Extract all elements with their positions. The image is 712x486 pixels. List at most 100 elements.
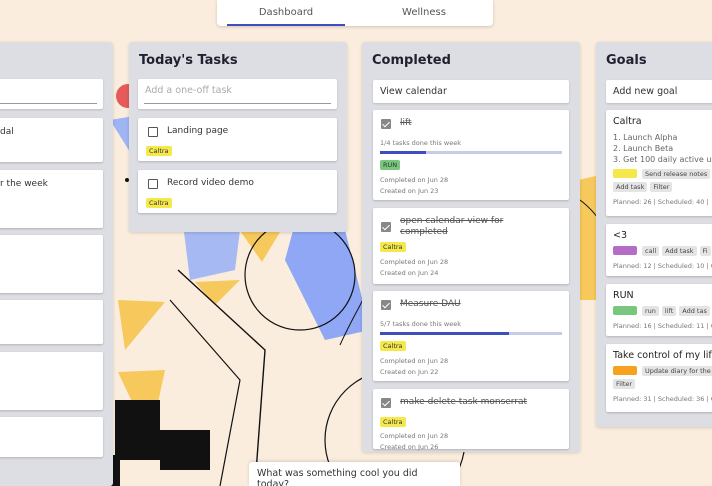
goal-actions-row2: Filter [613, 379, 712, 389]
task-label: lift [400, 118, 412, 128]
column-title: Today's Tasks [139, 53, 238, 68]
task-label: make delete task monserrat [400, 397, 528, 407]
progress-bar [380, 332, 562, 335]
completed-task-card[interactable]: open calendar view for completed Caltra … [373, 208, 569, 284]
completed-task-card[interactable]: lift 1/4 tasks done this week RUN Comple… [373, 110, 569, 200]
input-underline [144, 103, 331, 104]
goal-title: Caltra [613, 116, 642, 127]
task-label: dal [0, 127, 14, 137]
completed-task-card[interactable]: make delete task monserrat Caltra Comple… [373, 389, 569, 451]
project-tag[interactable]: Caltra [380, 417, 406, 427]
completed-task-card[interactable]: Measure DAU 5/7 tasks done this week Cal… [373, 291, 569, 381]
list-item[interactable] [0, 235, 103, 293]
list-item[interactable] [0, 417, 103, 457]
add-one-off-task-input[interactable]: Add a one-off task [138, 79, 337, 109]
goal-line: 3. Get 100 daily active use [613, 155, 712, 164]
goal-line: 1. Launch Alpha [613, 133, 678, 142]
chip-lift[interactable]: lift [661, 306, 677, 316]
goal-line: 2. Launch Beta [613, 144, 674, 153]
created-date: Created on Jun 24 [380, 269, 439, 277]
column-goals: Goals Add new goal Caltra 1. Launch Alph… [596, 42, 712, 427]
progress-fill [380, 151, 426, 154]
goal-stats: Planned: 12 | Scheduled: 10 | C [613, 262, 712, 270]
list-item[interactable]: dal [0, 118, 103, 162]
column-left-partial: dal r the week [0, 42, 113, 486]
goal-title: <3 [613, 230, 628, 241]
reflection-prompt-text: What was something cool you did today? [257, 468, 418, 486]
input-placeholder: Add a one-off task [145, 85, 232, 96]
goal-color-swatch[interactable] [613, 366, 637, 375]
completed-date: Completed on Jun 28 [380, 432, 449, 440]
progress-text: 5/7 tasks done this week [380, 320, 461, 328]
goal-stats: Planned: 31 | Scheduled: 36 | C [613, 395, 712, 403]
chip-send-release-notes[interactable]: Send release notes [642, 169, 711, 179]
goal-card[interactable]: Caltra 1. Launch Alpha 2. Launch Beta 3.… [606, 110, 712, 216]
project-tag[interactable]: Caltra [380, 242, 406, 252]
task-label: Record video demo [167, 178, 254, 188]
project-tag[interactable]: RUN [380, 160, 401, 170]
task-checkbox[interactable] [148, 179, 158, 189]
add-new-goal-button[interactable]: Add new goal [606, 80, 712, 103]
task-checkbox-checked[interactable] [381, 398, 391, 408]
task-label: open calendar view for completed [400, 216, 504, 237]
goal-actions: Send release notes [613, 169, 712, 179]
view-calendar-button[interactable]: View calendar [373, 80, 569, 103]
project-tag[interactable]: Caltra [380, 341, 406, 351]
filter-chip[interactable]: Fi [699, 246, 711, 256]
add-task-input-partial[interactable] [0, 79, 103, 109]
tab-wellness[interactable]: Wellness [355, 0, 493, 26]
project-tag[interactable]: Caltra [146, 146, 172, 156]
task-checkbox-checked[interactable] [381, 119, 391, 129]
add-goal-label: Add new goal [613, 86, 678, 97]
goal-actions: call Add task Fi [613, 246, 712, 256]
column-completed: Completed View calendar lift 1/4 tasks d… [362, 42, 580, 452]
task-checkbox-checked[interactable] [381, 222, 391, 232]
column-todays-tasks: Today's Tasks Add a one-off task Landing… [129, 42, 347, 232]
filter-chip[interactable]: Filter [613, 379, 636, 389]
add-task-chip[interactable]: Add task [662, 246, 697, 256]
tab-dashboard[interactable]: Dashboard [217, 0, 355, 26]
goal-title: RUN [613, 290, 634, 301]
task-label: Measure DAU [400, 299, 461, 309]
filter-chip[interactable]: Filter [650, 182, 673, 192]
column-title: Goals [606, 53, 647, 68]
task-card[interactable]: Record video demo Caltra [138, 170, 337, 213]
task-checkbox-checked[interactable] [381, 300, 391, 310]
top-nav: Dashboard Wellness [217, 0, 493, 26]
goal-color-swatch[interactable] [613, 169, 637, 178]
goal-card[interactable]: Take control of my life Update diary for… [606, 344, 712, 412]
progress-bar [380, 151, 562, 154]
progress-fill [380, 332, 510, 335]
goal-actions: run lift Add tas [613, 306, 712, 316]
completed-date: Completed on Jun 28 [380, 357, 449, 365]
goal-actions-row2: Add task Filter [613, 182, 712, 192]
chip-update-diary[interactable]: Update diary for the [642, 366, 712, 376]
goal-stats: Planned: 16 | Scheduled: 11 | C [613, 322, 712, 330]
goal-color-swatch[interactable] [613, 246, 637, 255]
goal-color-swatch[interactable] [613, 306, 637, 315]
chip-run[interactable]: run [642, 306, 659, 316]
completed-date: Completed on Jun 28 [380, 176, 449, 184]
goal-stats: Planned: 26 | Scheduled: 40 | [613, 198, 709, 206]
goal-title: Take control of my life [613, 350, 712, 361]
completed-date: Completed on Jun 28 [380, 258, 449, 266]
task-card[interactable]: Landing page Caltra [138, 118, 337, 161]
list-item[interactable]: r the week [0, 170, 103, 228]
chip-call[interactable]: call [642, 246, 660, 256]
goal-card[interactable]: <3 call Add task Fi Planned: 12 | Schedule… [606, 224, 712, 276]
add-task-chip[interactable]: Add tas [679, 306, 710, 316]
goal-actions: Update diary for the [613, 366, 712, 376]
created-date: Created on Jun 26 [380, 443, 439, 451]
list-item[interactable] [0, 300, 103, 344]
reflection-prompt-button[interactable]: What was something cool you did today? [249, 462, 460, 486]
goal-card[interactable]: RUN run lift Add tas Planned: 16 | Schedul… [606, 284, 712, 336]
add-task-chip[interactable]: Add task [613, 182, 648, 192]
list-item[interactable] [0, 352, 103, 410]
input-underline [0, 103, 97, 104]
task-checkbox[interactable] [148, 127, 158, 137]
project-tag[interactable]: Caltra [146, 198, 172, 208]
task-label: r the week [0, 179, 48, 189]
view-calendar-label: View calendar [380, 86, 447, 97]
progress-text: 1/4 tasks done this week [380, 139, 461, 147]
column-title: Completed [372, 53, 451, 68]
